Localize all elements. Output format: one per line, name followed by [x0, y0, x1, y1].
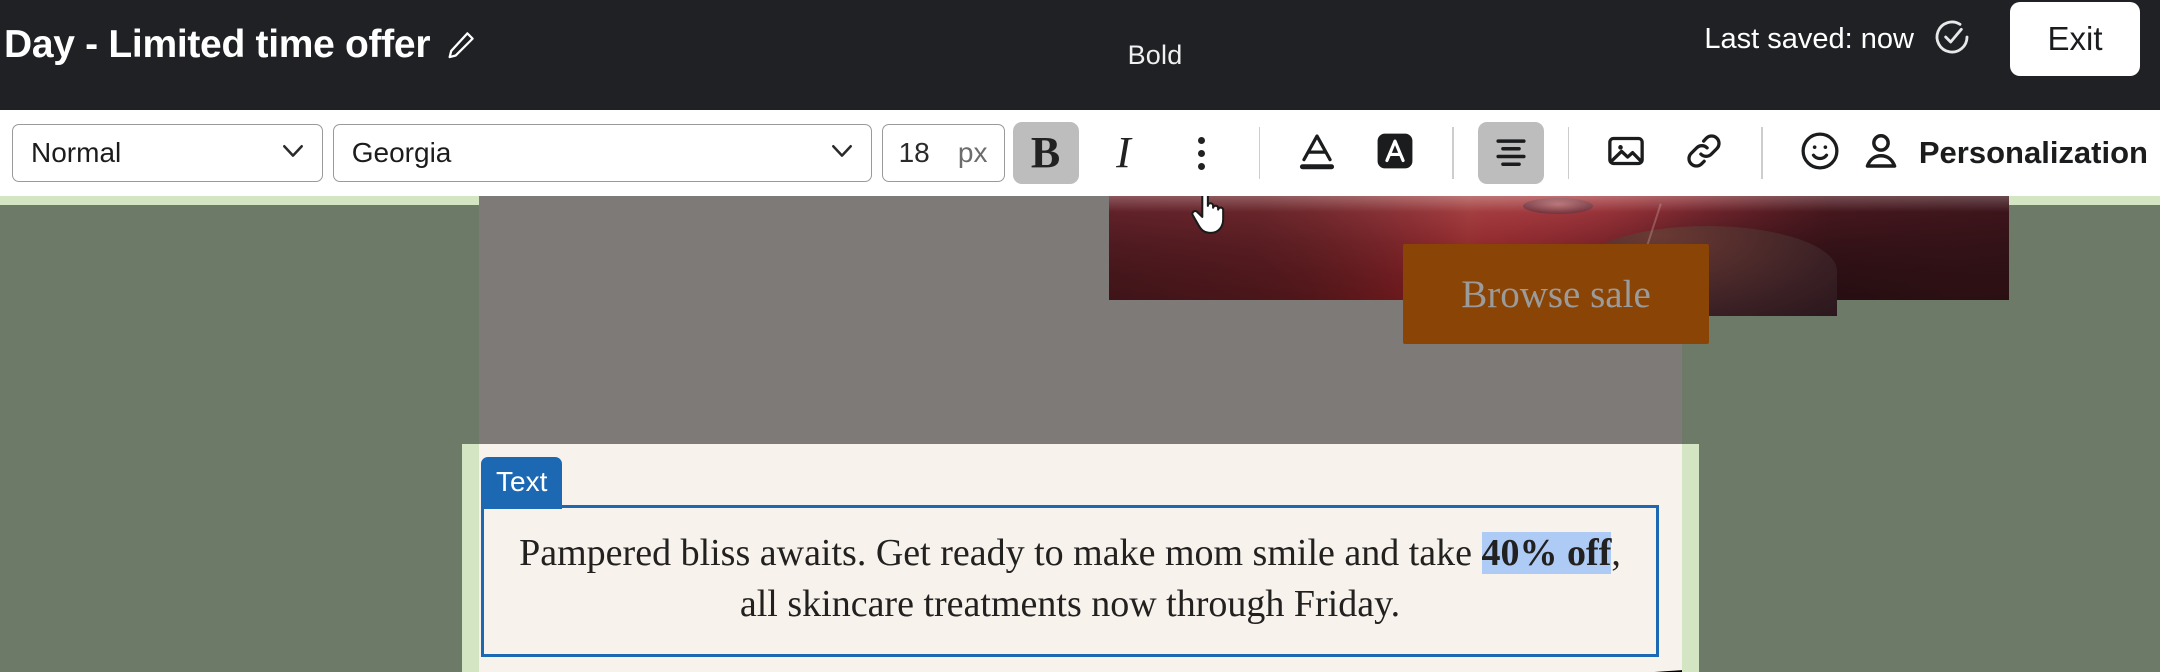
- exit-button[interactable]: Exit: [2010, 2, 2140, 76]
- toolbar-divider: [1761, 127, 1763, 179]
- text-block-editor[interactable]: Pampered bliss awaits. Get ready to make…: [481, 505, 1659, 657]
- check-circle-icon: [1932, 17, 1972, 62]
- toolbar-divider: [1258, 127, 1261, 179]
- last-saved-status: Last saved: now: [1704, 22, 1914, 55]
- highlight-color-button[interactable]: [1362, 122, 1428, 184]
- person-icon: [1859, 129, 1903, 178]
- font-size-input[interactable]: 18 px: [881, 124, 1005, 182]
- toolbar-divider: [1452, 127, 1454, 179]
- selected-text-block[interactable]: Text Pampered bliss awaits. Get ready to…: [462, 444, 1699, 672]
- font-size-value: 18: [898, 137, 930, 168]
- link-icon: [1682, 129, 1726, 178]
- more-options-button[interactable]: [1169, 122, 1235, 184]
- text-block-content[interactable]: Pampered bliss awaits. Get ready to make…: [484, 528, 1656, 629]
- italic-button[interactable]: I: [1091, 122, 1157, 184]
- font-size-unit: px: [957, 137, 988, 168]
- pencil-icon[interactable]: [444, 28, 478, 67]
- block-type-badge[interactable]: Text: [481, 457, 563, 509]
- email-content-column[interactable]: Browse sale: [479, 196, 2009, 444]
- image-icon: [1604, 129, 1648, 178]
- browse-sale-button[interactable]: Browse sale: [1403, 244, 1709, 344]
- font-family-value: Georgia: [351, 137, 452, 168]
- browse-sale-label: Browse sale: [1461, 272, 1651, 316]
- bold-tooltip: Bold: [1127, 40, 1183, 70]
- italic-icon: I: [1116, 128, 1131, 177]
- page-title: Day - Limited time offer: [4, 23, 431, 66]
- hand-cursor-icon: [1186, 196, 1232, 245]
- personalization-label: Personalization: [1918, 135, 2148, 170]
- text-color-icon: [1294, 128, 1340, 179]
- paragraph-style-value: Normal: [31, 137, 122, 168]
- top-bar: Day - Limited time offer Bold Last saved…: [0, 0, 2160, 112]
- vertical-dots-icon: [1198, 136, 1205, 170]
- text-line-1: Pampered bliss awaits. Get ready to make…: [519, 532, 1473, 574]
- bold-icon: B: [1030, 128, 1061, 177]
- highlight-color-icon: [1373, 129, 1417, 178]
- paragraph-style-select[interactable]: Normal: [12, 124, 323, 182]
- toolbar-divider: [1567, 127, 1570, 179]
- font-family-select[interactable]: Georgia: [332, 124, 872, 182]
- formatting-toolbar: Normal Georgia 18 px B I Personalization: [0, 110, 2160, 196]
- hero-detail-lip: [1523, 198, 1593, 214]
- emoji-icon: [1797, 128, 1843, 179]
- email-editor-app: Day - Limited time offer Bold Last saved…: [0, 0, 2160, 672]
- insert-link-button[interactable]: [1671, 122, 1737, 184]
- personalization-button[interactable]: Personalization: [1859, 129, 2148, 178]
- bold-button[interactable]: B: [1012, 122, 1079, 184]
- top-bar-right-group: Last saved: now Exit: [1704, 0, 2140, 94]
- insert-image-button[interactable]: [1593, 122, 1659, 184]
- email-canvas[interactable]: Browse sale Text Pampered bliss awaits. …: [0, 196, 2160, 672]
- align-center-button[interactable]: [1477, 122, 1544, 184]
- chevron-down-icon: [278, 135, 308, 172]
- selected-text-run: 40% off: [1481, 532, 1612, 574]
- align-center-icon: [1489, 129, 1533, 178]
- text-color-button[interactable]: [1284, 122, 1350, 184]
- campaign-title-group: Day - Limited time offer: [4, 23, 478, 67]
- emoji-button[interactable]: [1787, 122, 1853, 184]
- chevron-down-icon: [827, 135, 857, 172]
